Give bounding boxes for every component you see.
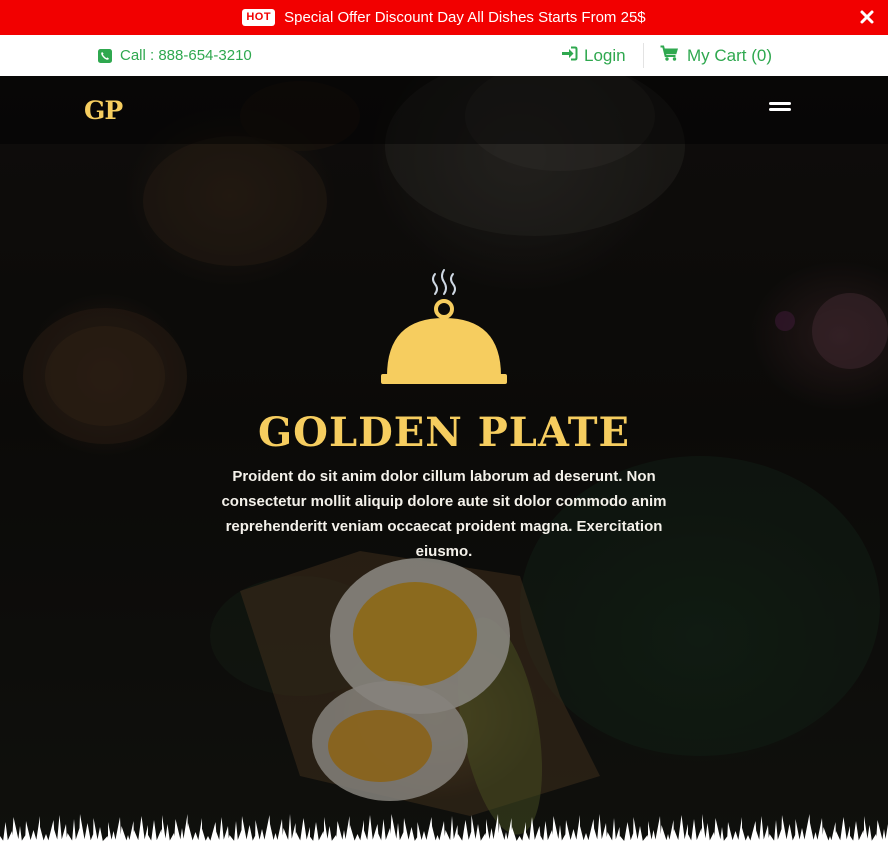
cart-label: My Cart (0) bbox=[687, 45, 772, 65]
grass-border bbox=[0, 814, 888, 842]
promo-text: Special Offer Discount Day All Dishes St… bbox=[284, 9, 646, 26]
promo-bar: HOT Special Offer Discount Day All Dishe… bbox=[0, 0, 888, 35]
phone-label: Call : 888-654-3210 bbox=[120, 47, 252, 64]
login-label: Login bbox=[584, 45, 626, 65]
phone-square-icon bbox=[98, 48, 112, 63]
hero-section: GP GOLDEN PLATE Proident do sit anim dol… bbox=[0, 76, 888, 842]
sign-in-icon bbox=[561, 46, 578, 66]
logo[interactable]: GP bbox=[84, 96, 123, 126]
hot-badge: HOT bbox=[242, 9, 276, 26]
utility-bar: Call : 888-654-3210 Login My Cart (0) bbox=[0, 35, 888, 76]
call-link[interactable]: Call : 888-654-3210 bbox=[98, 35, 252, 76]
hamburger-menu-icon[interactable] bbox=[769, 102, 793, 116]
hero-content: GOLDEN PLATE Proident do sit anim dolor … bbox=[0, 266, 888, 564]
cart-link[interactable]: My Cart (0) bbox=[660, 35, 772, 76]
main-navbar: GP bbox=[0, 76, 888, 144]
serving-cloche-icon bbox=[381, 269, 507, 384]
hero-description: Proident do sit anim dolor cillum laboru… bbox=[221, 468, 667, 560]
login-link[interactable]: Login bbox=[561, 35, 626, 76]
utility-divider bbox=[643, 43, 644, 68]
close-icon[interactable] bbox=[859, 9, 875, 25]
shopping-cart-icon bbox=[660, 45, 679, 66]
promo-content: HOT Special Offer Discount Day All Dishe… bbox=[0, 0, 888, 35]
hero-title: GOLDEN PLATE bbox=[257, 409, 631, 456]
